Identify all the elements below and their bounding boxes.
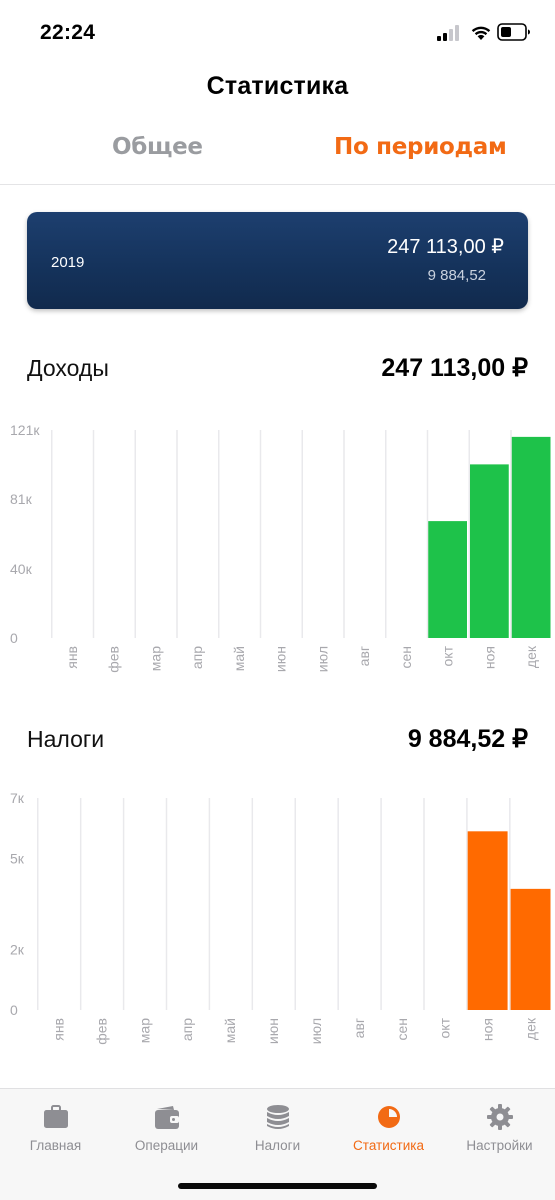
x-tick-label: авг	[356, 646, 372, 666]
income-chart: 0 40к 81к 121к янв фев мар апр май июн июл авг сен ок…	[0, 420, 555, 680]
wifi-icon	[471, 26, 491, 40]
battery-icon	[497, 23, 530, 41]
grid-line	[51, 430, 53, 638]
pie-chart-icon	[377, 1106, 400, 1128]
x-tick-label: май	[222, 1018, 238, 1043]
cellular-signal-icon	[437, 25, 459, 41]
tab-general[interactable]: Общее	[112, 134, 203, 160]
grid-line	[218, 430, 220, 638]
grid-line	[385, 430, 387, 638]
income-section-title: Доходы	[27, 355, 109, 381]
grid-line	[337, 798, 339, 1010]
tab-bar-label: Главная	[29, 1138, 82, 1153]
grid-line	[423, 798, 425, 1010]
grid-line	[509, 798, 511, 1010]
tab-bar-label: Операции	[134, 1138, 199, 1153]
x-tick-label: дек	[523, 1017, 539, 1040]
x-tick-label: май	[231, 646, 247, 671]
wallet-icon	[154, 1106, 179, 1129]
page-title: Статистика	[206, 72, 349, 100]
x-tick-label: авг	[351, 1018, 367, 1038]
x-tick-label: окт	[437, 1017, 453, 1038]
year-label: 2019	[51, 254, 85, 271]
taxes-chart-svg: 0 2к 5к 7к янв фев мар апр май июн июл авг сен окт ноя…	[10, 790, 551, 1045]
grid-line	[79, 798, 82, 1010]
year-income-amount: 247 113,00 ₽	[387, 236, 504, 258]
x-tick-label: июн	[273, 646, 289, 672]
tab-bar-label: Статистика	[353, 1138, 424, 1153]
tab-bar-item-taxes[interactable]: Налоги	[222, 1089, 333, 1169]
grid-line	[294, 798, 296, 1010]
tab-bar-item-operations[interactable]: Операции	[111, 1089, 222, 1169]
y-tick-label: 81к	[10, 491, 33, 507]
x-tick-label: янв	[64, 646, 80, 669]
y-tick-label: 40к	[10, 561, 33, 577]
y-tick-label: 2к	[10, 941, 25, 957]
x-tick-label: ноя	[480, 1018, 496, 1041]
x-tick-label: мар	[136, 1018, 152, 1043]
home-indicator	[178, 1183, 377, 1189]
x-tick-label: апр	[179, 1018, 195, 1041]
tab-bar-item-settings[interactable]: Настройки	[444, 1089, 555, 1169]
bar-ноя	[470, 464, 509, 638]
x-tick-label: мар	[147, 646, 163, 671]
briefcase-icon	[43, 1105, 68, 1128]
income-chart-svg: 0 40к 81к 121к янв фев мар апр май июн июл авг сен ок…	[10, 422, 551, 673]
x-tick-label: окт	[440, 645, 456, 666]
bar-дек	[510, 888, 551, 1010]
tabs-divider	[0, 184, 555, 185]
grid-line	[510, 430, 512, 638]
grid-line	[468, 430, 470, 638]
grid-line	[343, 430, 345, 638]
grid-line	[208, 798, 211, 1010]
x-tick-label: июл	[314, 646, 330, 672]
bar-ноя	[467, 831, 508, 1010]
tab-bar-item-home[interactable]: Главная	[0, 1089, 111, 1169]
gear-icon	[486, 1104, 513, 1130]
y-tick-label: 121к	[10, 422, 40, 438]
tab-bar-label: Настройки	[466, 1138, 533, 1153]
taxes-chart: 0 2к 5к 7к янв фев мар апр май июн июл авг сен окт ноя…	[0, 790, 555, 1050]
tab-bar-item-statistics[interactable]: Статистика	[333, 1089, 444, 1169]
y-tick-label: 7к	[10, 790, 25, 806]
year-tax-amount: 9 884,52	[427, 267, 486, 284]
year-summary-card[interactable]: 2019 247 113,00 ₽ 9 884,52	[27, 212, 528, 309]
grid-line	[176, 430, 178, 638]
grid-line	[122, 798, 125, 1010]
x-tick-label: фев	[106, 646, 122, 673]
grid-line	[251, 798, 254, 1010]
grid-line	[92, 430, 95, 638]
x-tick-label: фев	[93, 1018, 109, 1045]
y-tick-label: 0	[10, 1002, 18, 1018]
x-tick-label: июн	[265, 1018, 281, 1044]
income-total: 247 113,00 ₽	[381, 354, 528, 382]
grid-line	[466, 798, 468, 1010]
x-tick-label: сен	[398, 646, 414, 669]
grid-line	[380, 798, 382, 1010]
x-tick-label: ноя	[481, 646, 497, 669]
bar-дек	[511, 436, 551, 638]
tab-bar-label: Налоги	[254, 1138, 301, 1153]
grid-line	[301, 430, 303, 638]
grid-line	[259, 430, 262, 638]
y-tick-label: 5к	[10, 851, 25, 867]
tab-by-periods[interactable]: По периодам	[334, 134, 507, 160]
x-tick-label: сен	[394, 1018, 410, 1041]
grid-line	[165, 798, 168, 1010]
bar-окт	[428, 521, 467, 638]
x-tick-label: дек	[523, 645, 539, 668]
taxes-section-title: Налоги	[27, 726, 105, 752]
x-tick-label: янв	[50, 1018, 66, 1041]
coins-stack-icon	[266, 1105, 289, 1129]
taxes-total: 9 884,52 ₽	[407, 725, 528, 753]
x-tick-label: апр	[189, 646, 205, 669]
status-time: 22:24	[40, 21, 96, 44]
grid-line	[134, 430, 136, 638]
x-tick-label: июл	[308, 1018, 324, 1044]
status-bar: 22:24	[0, 0, 555, 66]
grid-line	[426, 430, 429, 638]
grid-line	[37, 798, 39, 1010]
y-tick-label: 0	[10, 630, 18, 646]
